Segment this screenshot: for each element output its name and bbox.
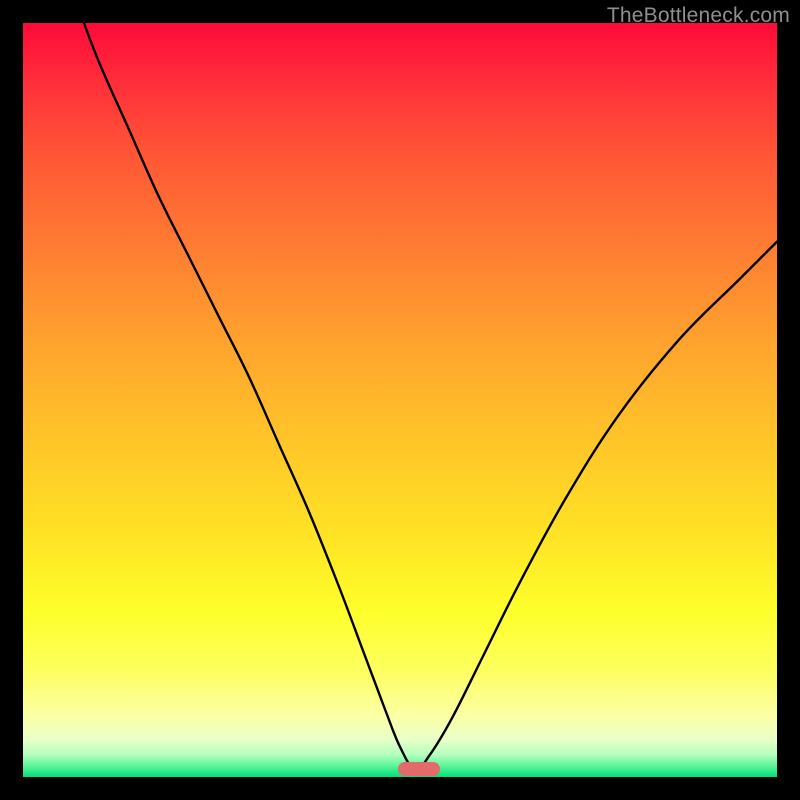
chart-frame: TheBottleneck.com (0, 0, 800, 800)
plot-area (23, 23, 777, 777)
bottleneck-curve (23, 23, 777, 777)
optimal-marker (398, 762, 440, 776)
